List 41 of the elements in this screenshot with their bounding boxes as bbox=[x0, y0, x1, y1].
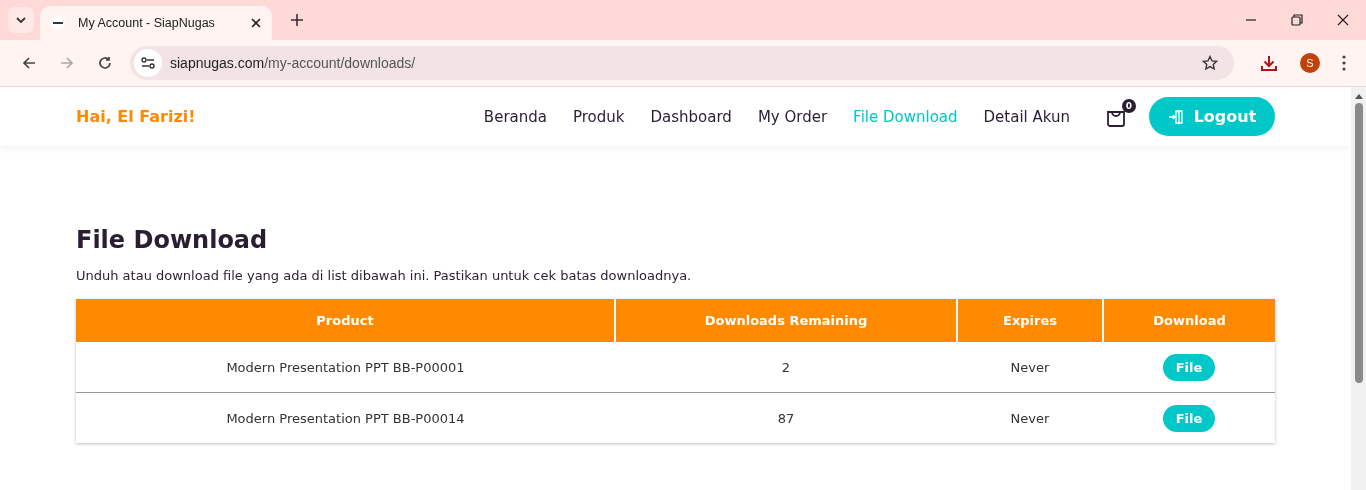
table-cell: 87 bbox=[777, 410, 795, 426]
close-icon[interactable] bbox=[250, 17, 262, 29]
column-header: Downloads Remaining bbox=[615, 299, 957, 342]
table-cell: 2 bbox=[781, 359, 791, 375]
nav-link[interactable]: Produk bbox=[561, 107, 636, 126]
browser-tab[interactable]: My Account - SiapNugas bbox=[40, 6, 272, 40]
scroll-up-icon[interactable] bbox=[1354, 93, 1363, 99]
greeting-text: Hai, El Farizi! bbox=[76, 107, 197, 126]
new-tab-icon[interactable] bbox=[290, 13, 304, 27]
cart-count-badge: 0 bbox=[1122, 98, 1136, 113]
logout-icon bbox=[1167, 108, 1184, 125]
nav-link[interactable]: Beranda bbox=[472, 107, 558, 126]
profile-avatar[interactable]: S bbox=[1300, 53, 1320, 73]
column-header: Expires bbox=[957, 299, 1103, 342]
site-settings-icon[interactable] bbox=[141, 56, 155, 70]
tab-title: My Account - SiapNugas bbox=[78, 16, 216, 30]
menu-icon[interactable] bbox=[1342, 55, 1346, 71]
reload-icon[interactable] bbox=[97, 55, 113, 71]
close-icon[interactable] bbox=[1337, 14, 1349, 26]
column-header: Download bbox=[1103, 299, 1275, 342]
column-header: Product bbox=[76, 299, 615, 342]
address-bar[interactable]: siapnugas.com/my-account/downloads/ bbox=[130, 46, 1234, 80]
tab-search-button[interactable] bbox=[8, 7, 34, 33]
table-cell: Never bbox=[1010, 410, 1050, 426]
download-icon[interactable] bbox=[1260, 54, 1278, 72]
chevron-down-icon bbox=[15, 14, 27, 26]
restore-icon[interactable] bbox=[1291, 14, 1303, 26]
scrollbar-thumb[interactable] bbox=[1354, 103, 1363, 383]
nav-link[interactable]: Dashboard bbox=[639, 107, 743, 126]
bookmark-star-icon[interactable] bbox=[1202, 55, 1218, 71]
table-cell: Modern Presentation PPT BB-P00014 bbox=[226, 410, 465, 426]
site-favicon-icon bbox=[50, 15, 66, 31]
url-text: siapnugas.com/my-account/downloads/ bbox=[170, 55, 416, 71]
table-cell: Never bbox=[1010, 359, 1050, 375]
scrollbar[interactable] bbox=[1351, 87, 1366, 490]
nav-link[interactable]: Detail Akun bbox=[972, 107, 1081, 126]
page-title: File Download bbox=[76, 226, 269, 254]
page-description: Unduh atau download file yang ada di list dibawah ini. Pastikan untuk cek batas downloadnya. bbox=[76, 268, 693, 283]
table-cell: Modern Presentation PPT BB-P00001 bbox=[226, 359, 465, 375]
back-icon[interactable] bbox=[21, 55, 37, 71]
nav-link[interactable]: My Order bbox=[746, 107, 839, 126]
